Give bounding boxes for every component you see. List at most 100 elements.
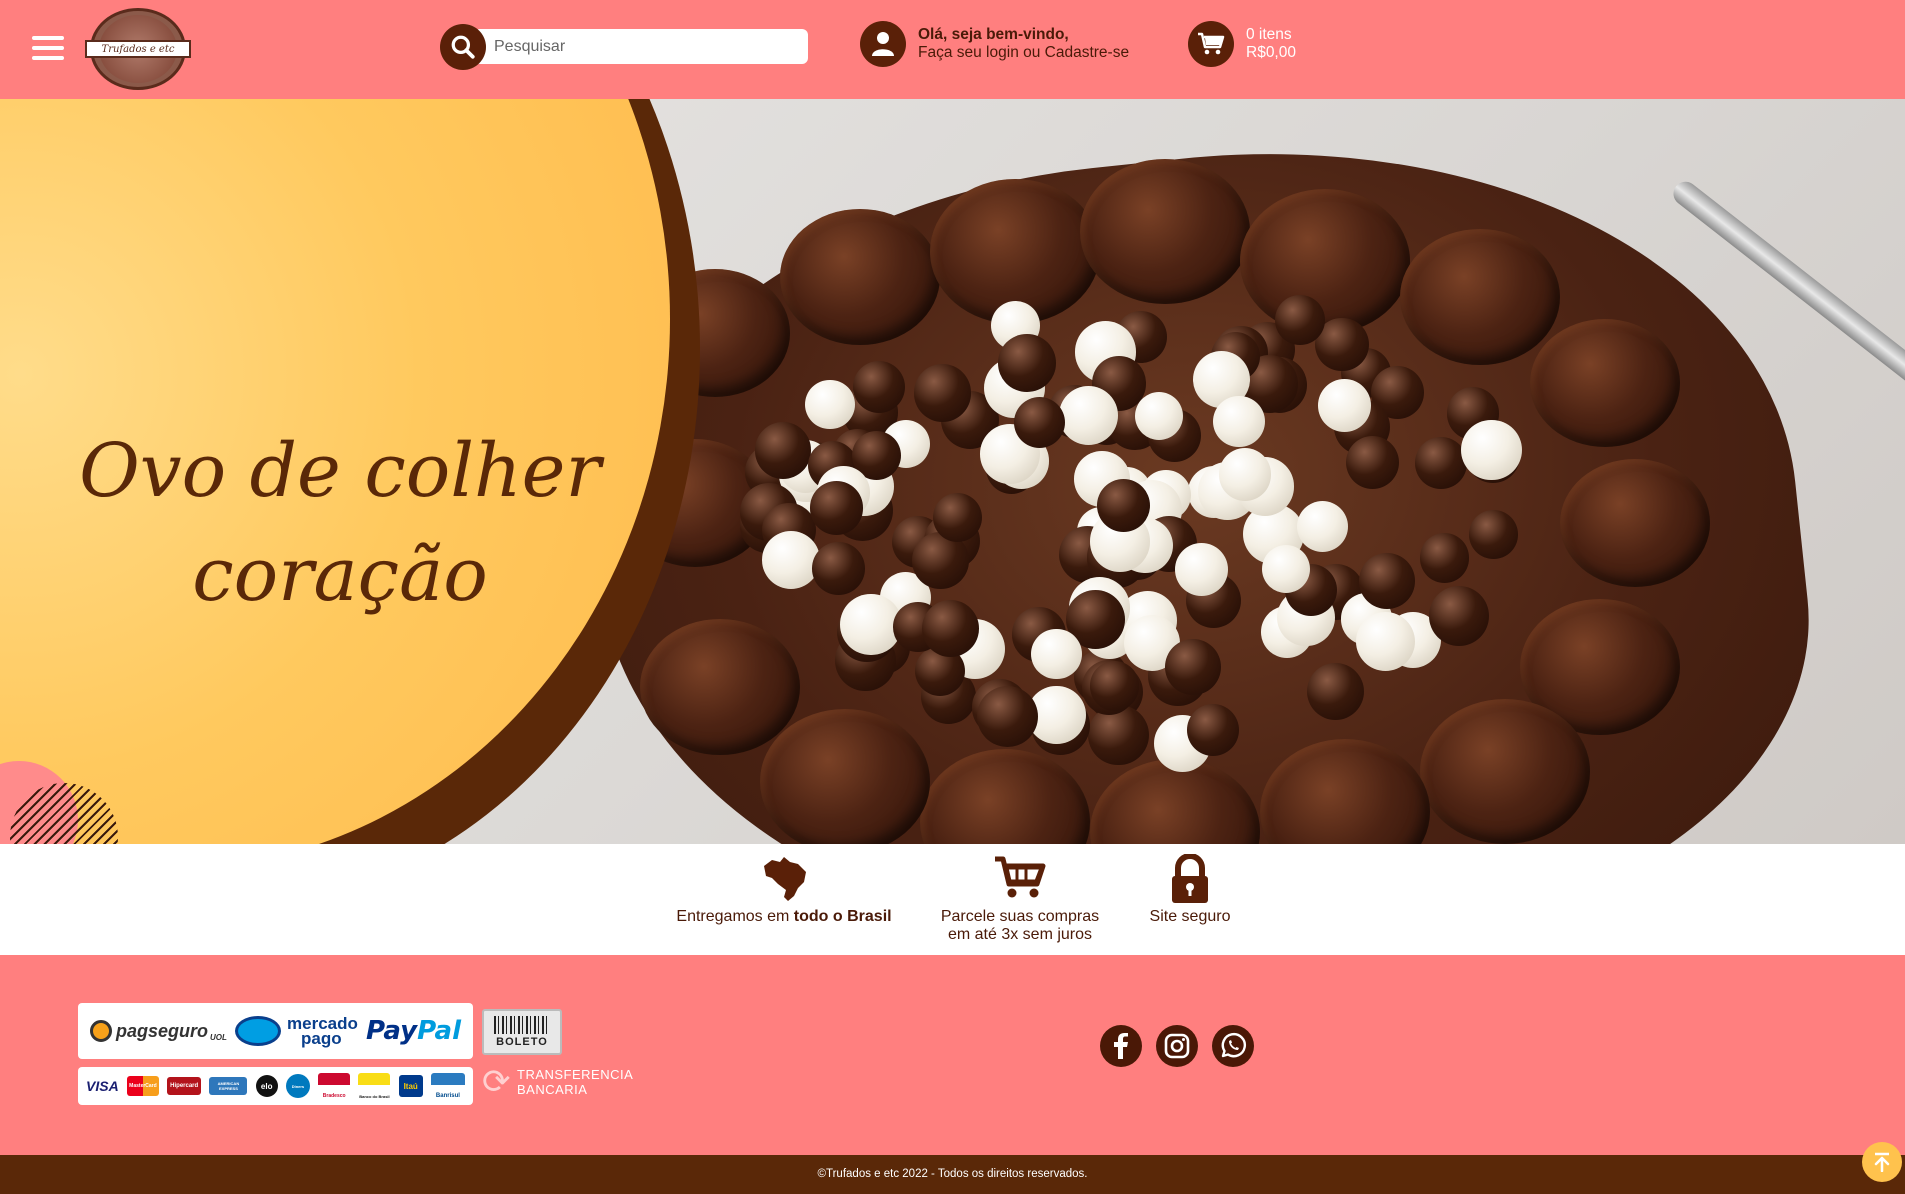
chocolate-ball: [1187, 703, 1239, 756]
chocolate-ball: [1355, 611, 1416, 672]
hipercard-logo: Hipercard: [167, 1077, 202, 1095]
brazil-map-icon: [672, 854, 896, 904]
chocolate-swirl: [1240, 189, 1410, 334]
benefit-delivery-text: Entregamos em todo o Brasil: [676, 908, 892, 925]
bank-transfer-logo: ⟳ TRANSFERENCIA BANCARIA: [482, 1062, 634, 1101]
chocolate-swirl: [1530, 319, 1680, 447]
chocolate-ball: [809, 481, 863, 535]
transfer-arrows-icon: ⟳: [482, 1062, 511, 1101]
chocolate-ball: [1275, 295, 1326, 346]
chocolate-swirl: [1420, 699, 1590, 844]
shopping-cart-icon: [930, 854, 1110, 904]
chocolate-ball: [1428, 586, 1489, 647]
facebook-icon[interactable]: [1100, 1025, 1142, 1067]
chocolate-swirl: [640, 619, 800, 755]
amex-logo: AMERICAN EXPRESS: [209, 1077, 248, 1095]
chocolate-swirl: [760, 709, 930, 844]
bradesco-logo: Bradesco: [318, 1073, 351, 1099]
search-input[interactable]: [474, 29, 808, 64]
payment-providers: pagseguro UOL mercado pago PayPal: [78, 1003, 473, 1059]
logo-text: Trufados e etc: [85, 40, 191, 58]
user-greeting: Olá, seja bem-vindo, Faça seu login ou C…: [918, 26, 1129, 62]
chocolate-ball: [1358, 553, 1415, 609]
visa-logo: VISA: [86, 1078, 119, 1094]
benefits-bar: Entregamos em todo o Brasil Parcele suas…: [0, 844, 1905, 955]
chocolate-ball: [1461, 419, 1522, 480]
pagseguro-logo: pagseguro UOL: [90, 1020, 227, 1042]
instagram-icon[interactable]: [1156, 1025, 1198, 1067]
chocolate-ball: [1096, 478, 1150, 532]
benefit-installments-line2: em até 3x sem juros: [947, 926, 1093, 943]
paypal-logo: PayPal: [366, 1016, 461, 1046]
user-icon: [860, 21, 906, 67]
search-icon[interactable]: [440, 24, 486, 70]
whatsapp-icon[interactable]: [1212, 1025, 1254, 1067]
site-footer: pagseguro UOL mercado pago PayPal VISA Ma…: [0, 955, 1905, 1155]
barcode-icon: [494, 1016, 550, 1034]
chocolate-ball: [1419, 533, 1469, 583]
chocolate-ball: [754, 422, 812, 479]
chocolate-ball: [1164, 639, 1221, 696]
itau-logo: Itaú: [398, 1075, 423, 1097]
user-login-prompt[interactable]: Faça seu login ou Cadastre-se: [918, 44, 1129, 62]
user-greeting-title: Olá, seja bem-vindo,: [918, 26, 1069, 43]
copyright-text: ©Trufados e etc 2022 - Todos os direitos…: [0, 1155, 1905, 1194]
user-login-link[interactable]: Olá, seja bem-vindo, Faça seu login ou C…: [860, 20, 1129, 68]
cart-total: R$0,00: [1246, 44, 1296, 61]
logo-emblem: Trufados e etc: [85, 15, 191, 83]
social-links: [1100, 1025, 1254, 1067]
chocolate-ball: [1213, 395, 1265, 448]
chocolate-ball: [998, 334, 1056, 392]
banrisul-logo: Banrisul: [430, 1073, 465, 1099]
chocolate-ball: [1089, 661, 1140, 711]
cart-text: 0 itens R$0,00: [1246, 26, 1296, 62]
chocolate-ball: [1345, 435, 1400, 490]
chocolate-swirl: [1080, 159, 1250, 304]
chocolate-ball: [1031, 629, 1082, 680]
hero-title: Ovo de colher coração: [60, 419, 620, 627]
card-brands: VISA MasterCard Hipercard AMERICAN EXPRE…: [78, 1067, 473, 1105]
chocolate-swirl: [1400, 229, 1560, 365]
chocolate-ball: [1307, 662, 1365, 720]
hero-banner[interactable]: Ovo de colher coração: [0, 99, 1905, 844]
banco-do-brasil-logo: Banco do Brasil: [358, 1073, 391, 1099]
chocolate-ball: [1088, 704, 1149, 766]
chocolate-ball: [1058, 385, 1118, 445]
padlock-icon: [1140, 854, 1240, 904]
chocolate-ball: [1296, 500, 1348, 552]
chocolate-ball: [922, 599, 980, 657]
chocolate-ball: [852, 360, 905, 413]
chocolate-ball: [1317, 378, 1371, 432]
chocolate-ball: [976, 685, 1039, 747]
hamburger-menu-icon[interactable]: [32, 36, 64, 60]
chocolate-ball: [1175, 542, 1229, 596]
cart-icon: [1188, 21, 1234, 67]
cart-item-count: 0 itens: [1246, 26, 1292, 43]
chocolate-ball: [1219, 448, 1272, 501]
hero-title-line1: Ovo de colher: [79, 428, 601, 514]
site-logo[interactable]: Trufados e etc: [85, 8, 191, 90]
mastercard-logo: MasterCard: [126, 1076, 159, 1096]
chocolate-swirl: [780, 209, 940, 345]
chocolate-ball: [1469, 510, 1518, 559]
benefit-installments: Parcele suas compras em até 3x sem juros: [930, 854, 1110, 944]
mercadopago-logo: mercado pago: [235, 1015, 358, 1047]
chocolate-ball: [1415, 437, 1467, 489]
cart-summary[interactable]: 0 itens R$0,00: [1188, 20, 1296, 68]
hero-title-line2: coração: [192, 532, 488, 618]
chocolate-ball: [1134, 391, 1183, 440]
elo-logo: elo: [255, 1075, 278, 1097]
chocolate-ball: [1013, 396, 1066, 449]
chocolate-ball: [932, 492, 982, 543]
back-to-top-button[interactable]: [1862, 1142, 1902, 1182]
benefit-installments-line1: Parcele suas compras: [940, 908, 1100, 925]
benefit-delivery: Entregamos em todo o Brasil: [672, 854, 896, 926]
chocolate-swirl: [1560, 459, 1710, 587]
search-bar: [440, 24, 808, 70]
benefit-secure: Site seguro: [1140, 854, 1240, 926]
boleto-logo: BOLETO: [482, 1009, 562, 1055]
benefit-secure-text: Site seguro: [1149, 908, 1231, 925]
chocolate-ball: [812, 542, 865, 596]
site-header: Trufados e etc Olá, seja bem-vindo, Faça…: [0, 0, 1905, 99]
chocolate-ball: [914, 364, 972, 422]
